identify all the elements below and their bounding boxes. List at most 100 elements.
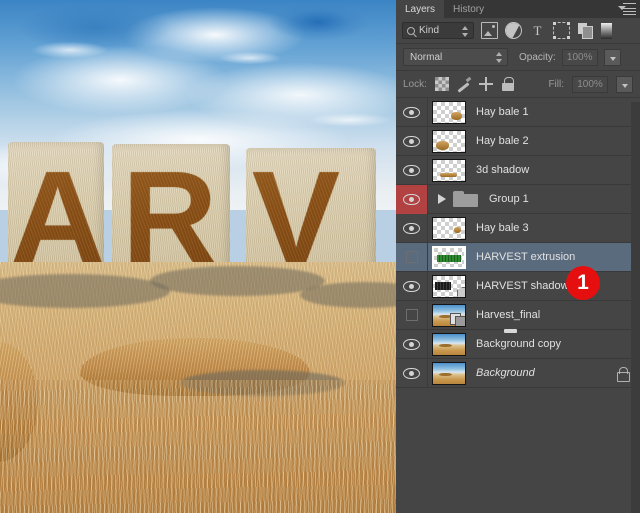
- eye-icon: [403, 222, 420, 234]
- filter-kind-label: Kind: [419, 25, 440, 36]
- 3d-cube-badge-icon: [457, 286, 465, 297]
- layer-row-background[interactable]: Background: [396, 358, 640, 388]
- layer-visibility-toggle[interactable]: [396, 126, 428, 156]
- layer-name-label[interactable]: 3d shadow: [476, 164, 529, 176]
- tab-layers[interactable]: Layers: [396, 0, 445, 18]
- layer-thumbnail[interactable]: [432, 216, 466, 240]
- layer-filter-bar: Kind T: [396, 18, 640, 44]
- layer-list-scrollbar[interactable]: [631, 102, 640, 513]
- opacity-dropdown-icon[interactable]: [603, 48, 621, 66]
- layer-name-label[interactable]: HARVEST shadow: [476, 280, 569, 292]
- eye-off-icon: [405, 309, 418, 321]
- layer-name-label[interactable]: Background: [476, 367, 535, 379]
- lock-position-icon[interactable]: [478, 77, 493, 91]
- layer-row-hay-bale-3[interactable]: Hay bale 3: [396, 213, 640, 243]
- blend-mode-dropdown[interactable]: Normal: [403, 48, 508, 66]
- fill-input[interactable]: 100%: [572, 75, 608, 93]
- group-expand-arrow-icon[interactable]: [436, 193, 447, 205]
- ground-region: [0, 262, 396, 513]
- eye-icon: [403, 367, 420, 379]
- layer-row-hay-bale-2[interactable]: Hay bale 2: [396, 126, 640, 156]
- lock-row: Lock: Fill: 100%: [396, 71, 640, 98]
- layer-visibility-toggle[interactable]: [396, 184, 428, 214]
- layer-row-background-copy[interactable]: Background copy: [396, 329, 640, 359]
- layer-visibility-toggle[interactable]: [396, 213, 428, 243]
- tab-history[interactable]: History: [444, 0, 493, 18]
- layer-thumbnail[interactable]: [432, 245, 466, 269]
- lock-label: Lock:: [403, 78, 427, 90]
- smart-object-badge-icon: [450, 312, 465, 326]
- chevron-updown-icon[interactable]: [496, 52, 503, 63]
- layer-visibility-toggle[interactable]: [396, 155, 428, 185]
- layer-name-label[interactable]: Harvest_final: [476, 309, 540, 321]
- layer-row-harvest-shadow[interactable]: HARVEST shadow: [396, 271, 640, 301]
- layer-thumbnail[interactable]: [432, 361, 466, 385]
- eye-icon: [403, 135, 420, 147]
- layer-visibility-toggle[interactable]: [396, 97, 428, 127]
- filter-smart-object-icon[interactable]: [577, 22, 594, 39]
- letter-v-glyph: V: [252, 144, 341, 292]
- lock-all-icon[interactable]: [501, 77, 515, 91]
- letter-r-glyph: R: [122, 144, 218, 292]
- eye-icon: [403, 280, 420, 292]
- document-canvas[interactable]: A R V: [0, 0, 396, 513]
- folder-icon: [453, 189, 479, 209]
- eye-icon: [403, 193, 420, 205]
- layer-name-label[interactable]: Hay bale 3: [476, 222, 529, 234]
- layer-link-marker: [504, 329, 517, 333]
- lock-image-pixels-icon[interactable]: [457, 77, 471, 91]
- filter-type-layers-icon[interactable]: T: [529, 22, 546, 39]
- lock-icon: [617, 366, 630, 382]
- cast-shadow: [0, 274, 170, 308]
- layer-name-label[interactable]: Group 1: [489, 193, 529, 205]
- layer-row-group-1[interactable]: Group 1: [396, 184, 640, 214]
- updown-stepper-icon[interactable]: [462, 26, 469, 37]
- layer-thumbnail[interactable]: [432, 332, 466, 356]
- annotation-badge-1: 1: [566, 266, 600, 300]
- filter-toggle-icon[interactable]: [601, 22, 612, 39]
- layer-thumbnail[interactable]: [432, 129, 466, 153]
- layer-row-harvest-extrusion[interactable]: HARVEST extrusion: [396, 242, 640, 272]
- layer-visibility-toggle[interactable]: [396, 242, 428, 272]
- cast-shadow: [150, 266, 325, 296]
- layer-name-label[interactable]: HARVEST extrusion: [476, 251, 575, 263]
- layer-visibility-toggle[interactable]: [396, 300, 428, 330]
- cast-shadow: [300, 282, 396, 308]
- eye-icon: [403, 338, 420, 350]
- blend-mode-value: Normal: [410, 51, 443, 63]
- layer-row-harvest-final[interactable]: Harvest_final: [396, 300, 640, 333]
- fill-dropdown-icon[interactable]: [616, 75, 633, 93]
- layer-thumbnail[interactable]: [432, 100, 466, 124]
- layer-thumbnail[interactable]: [432, 158, 466, 182]
- search-icon: [407, 26, 415, 35]
- photoshop-window: A R V Layers History Kind T Normal Opaci…: [0, 0, 640, 513]
- opacity-label: Opacity:: [519, 51, 556, 63]
- filter-shape-layers-icon[interactable]: [553, 22, 570, 39]
- layer-name-label[interactable]: Hay bale 2: [476, 135, 529, 147]
- layer-thumbnail[interactable]: [432, 303, 466, 327]
- eye-icon: [403, 164, 420, 176]
- filter-kind-dropdown[interactable]: Kind: [402, 22, 474, 39]
- layer-list: Hay bale 1 Hay bale 2 3d shadow Group 1 …: [396, 97, 640, 388]
- lock-transparent-pixels-icon[interactable]: [434, 77, 449, 91]
- layer-row-hay-bale-1[interactable]: Hay bale 1: [396, 97, 640, 127]
- panel-menu-icon[interactable]: [618, 3, 636, 15]
- filter-pixel-layers-icon[interactable]: [481, 22, 498, 39]
- layer-name-label[interactable]: Hay bale 1: [476, 106, 529, 118]
- letter-a-glyph: A: [10, 144, 106, 292]
- layer-visibility-toggle[interactable]: [396, 358, 428, 388]
- eye-off-icon: [405, 251, 418, 263]
- layer-name-label[interactable]: Background copy: [476, 338, 561, 350]
- layer-row-3d-shadow[interactable]: 3d shadow: [396, 155, 640, 185]
- stubble-field: [0, 380, 396, 513]
- layer-visibility-toggle[interactable]: [396, 271, 428, 301]
- eye-icon: [403, 106, 420, 118]
- filter-adjustment-layers-icon[interactable]: [505, 22, 522, 39]
- harvest-letters: A R V: [0, 140, 396, 292]
- layer-thumbnail[interactable]: [432, 274, 466, 298]
- fill-label: Fill:: [548, 78, 564, 90]
- layer-visibility-toggle[interactable]: [396, 329, 428, 359]
- opacity-input[interactable]: 100%: [561, 48, 598, 66]
- blend-mode-row: Normal Opacity: 100%: [396, 44, 640, 71]
- panel-tab-bar: Layers History: [396, 0, 640, 18]
